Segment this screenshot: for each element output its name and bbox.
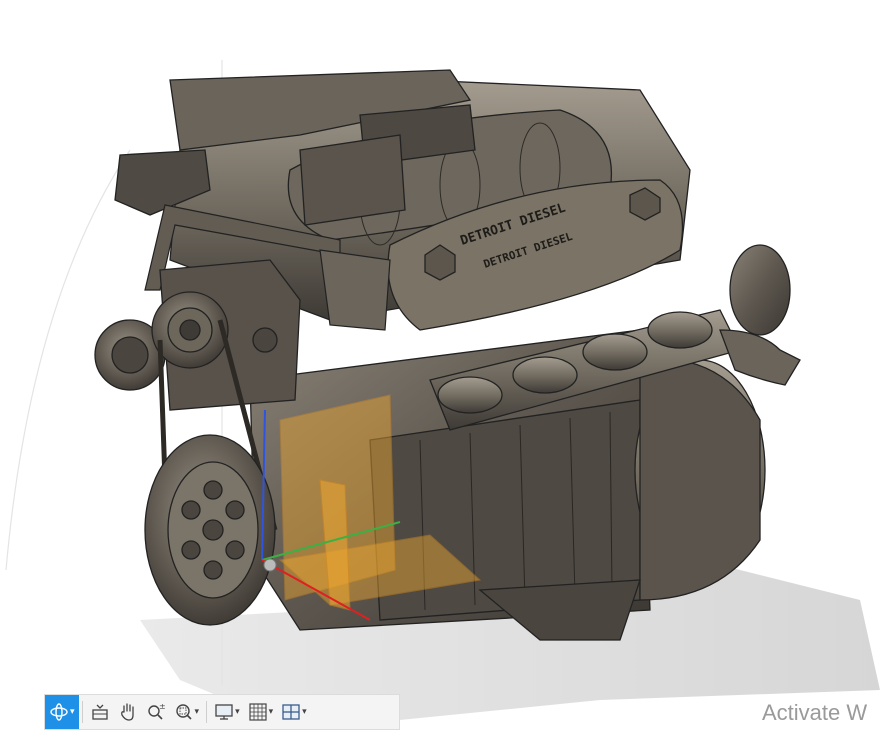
display-settings-icon (215, 704, 233, 720)
starter-motor (729, 244, 791, 336)
3d-viewport[interactable]: DETROIT DIESEL DETROIT DIESEL (0, 0, 880, 738)
chevron-down-icon: ▾ (268, 707, 274, 717)
toolbar-separator (206, 701, 208, 723)
activate-windows-watermark: Activate W (762, 700, 868, 725)
chevron-down-icon: ▾ (302, 707, 307, 717)
chevron-down-icon: ▾ (235, 707, 240, 717)
pan-button[interactable] (114, 695, 142, 729)
navigation-toolbar: ▾ ± ▾ ▾ ▾ ▾ (44, 694, 400, 730)
chevron-down-icon: ▾ (194, 707, 200, 717)
viewports-button[interactable]: ▾ (277, 695, 311, 729)
pan-hand-icon (120, 703, 134, 721)
engine-model-canvas[interactable]: DETROIT DIESEL DETROIT DIESEL (0, 0, 880, 738)
toolbar-separator (81, 701, 83, 723)
viewports-icon (282, 704, 300, 720)
grid-snaps-icon (248, 703, 267, 721)
zoom-icon: ± (147, 702, 166, 720)
crank-pulley (144, 434, 276, 626)
fit-button[interactable]: ▾ (170, 695, 204, 729)
fit-window-icon (175, 704, 192, 720)
grid-snaps-button[interactable]: ▾ (244, 695, 278, 729)
orbit-icon (50, 703, 68, 721)
orbit-button[interactable]: ▾ (45, 695, 79, 729)
display-settings-button[interactable]: ▾ (210, 695, 244, 729)
look-at-button[interactable] (86, 695, 114, 729)
look-at-icon (91, 704, 108, 720)
chevron-down-icon: ▾ (70, 707, 75, 717)
zoom-button[interactable]: ± (142, 695, 170, 729)
svg-text:±: ± (159, 702, 166, 711)
